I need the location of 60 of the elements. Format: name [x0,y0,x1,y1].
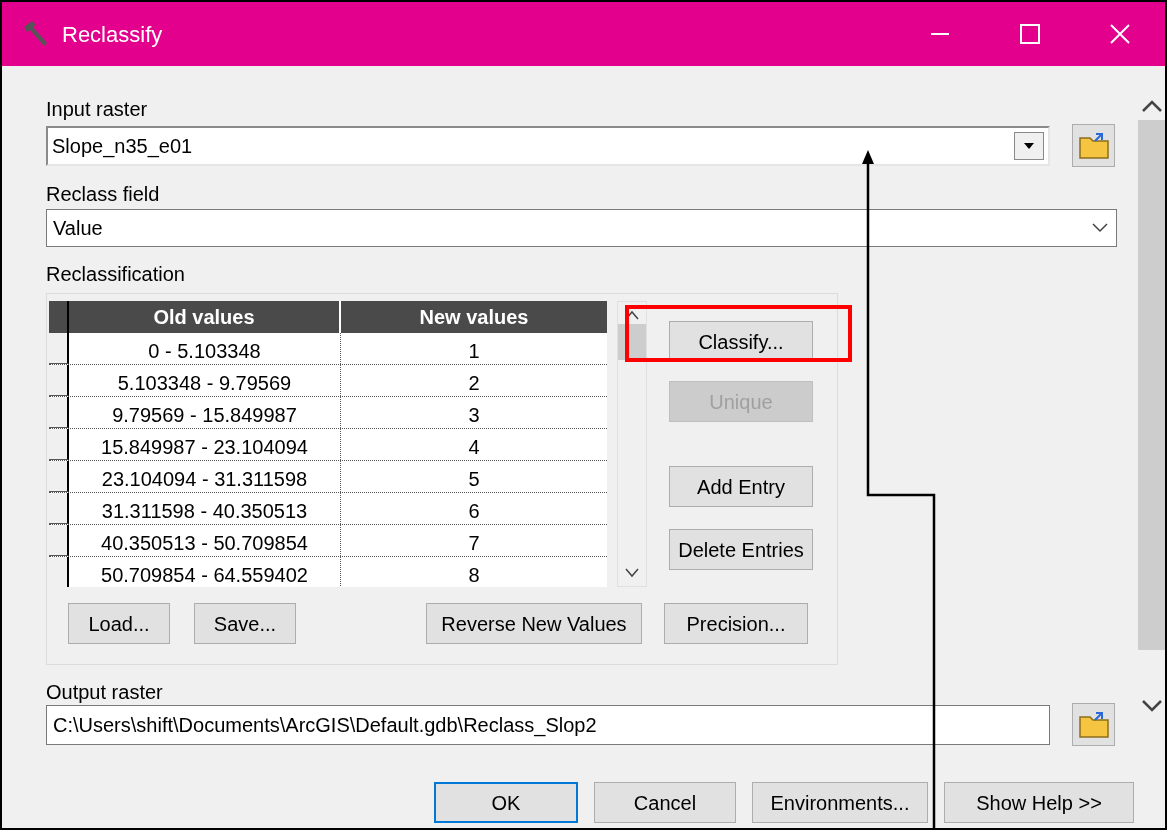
close-icon [1110,24,1130,44]
field-label: Reclass field [46,182,161,205]
row-selector[interactable] [49,333,69,364]
button[interactable]: Environments... [752,782,928,823]
table-cell-text: 3 [467,402,481,428]
field-label: Output raster [46,680,164,703]
table-cell-text: 6 [467,498,481,524]
button[interactable]: Show Help >> [944,782,1134,823]
field-value: Slope_n35_e01 [52,133,194,160]
minimize-icon [931,33,949,35]
row-selector[interactable] [49,461,69,492]
scroll-down-icon[interactable] [1141,700,1162,712]
row-selector[interactable] [49,397,69,428]
table-cell-text: 4 [467,434,481,460]
table-cell-text: 1 [467,338,481,364]
output-raster-field[interactable]: C:\Users\shift\Documents\ArcGIS\Default.gdb\Reclass_Slop2 [46,704,1050,745]
button[interactable]: Cancel [594,782,736,823]
button[interactable]: Load... [68,603,170,644]
column-header: New values [418,305,530,330]
reclass-field-dropdown[interactable]: Value [46,209,1117,247]
table-cell-text: 7 [467,530,481,556]
section-label: Reclassification [46,262,186,287]
table-scrollbar[interactable] [617,301,647,587]
field-label: Input raster [46,97,149,122]
chevron-down-icon [1092,223,1108,233]
button[interactable]: Precision... [664,603,808,644]
scroll-up-icon[interactable] [1141,100,1162,112]
window-title: Reclassify [62,20,163,49]
row-selector[interactable] [49,365,69,396]
table-cell-text: 5 [467,466,481,492]
button[interactable]: Save... [194,603,296,644]
maximize-icon [1020,24,1040,44]
button[interactable]: OK [434,782,578,823]
folder-icon [1077,710,1110,739]
field-value: C:\Users\shift\Documents\ArcGIS\Default.gdb\Reclass_Slop2 [53,712,597,739]
field-value: Value [53,216,104,241]
row-selector[interactable] [49,429,69,460]
browse-button[interactable] [1072,703,1115,746]
scroll-down-icon[interactable] [625,568,639,578]
button[interactable]: Reverse New Values [426,603,642,644]
table-cell: 31.311598 - 40.350513 [69,493,341,524]
table-cell: 15.849987 - 23.104094 [69,429,341,460]
button[interactable]: Delete Entries [669,529,813,570]
scrollbar-thumb[interactable] [1138,120,1165,650]
button[interactable]: Add Entry [669,466,813,507]
input-raster-dropdown[interactable]: Slope_n35_e01 [46,125,1050,166]
table-cell: 0 - 5.103348 [69,333,341,364]
row-selector[interactable] [49,557,69,587]
folder-icon [1077,131,1110,160]
table-cell: 23.104094 - 31.311598 [69,461,341,492]
table-cell: 40.350513 - 50.709854 [69,525,341,556]
table-cell: 5.103348 - 9.79569 [69,365,341,396]
browse-button[interactable] [1072,124,1115,167]
table-cell-text: 8 [467,562,481,587]
table-cell: 9.79569 - 15.849987 [69,397,341,428]
row-selector[interactable] [49,525,69,556]
table-cell: 50.709854 - 64.559402 [69,557,341,587]
table-cell-text: 2 [467,370,481,396]
column-header: Old values [69,301,341,333]
row-selector[interactable] [49,493,69,524]
